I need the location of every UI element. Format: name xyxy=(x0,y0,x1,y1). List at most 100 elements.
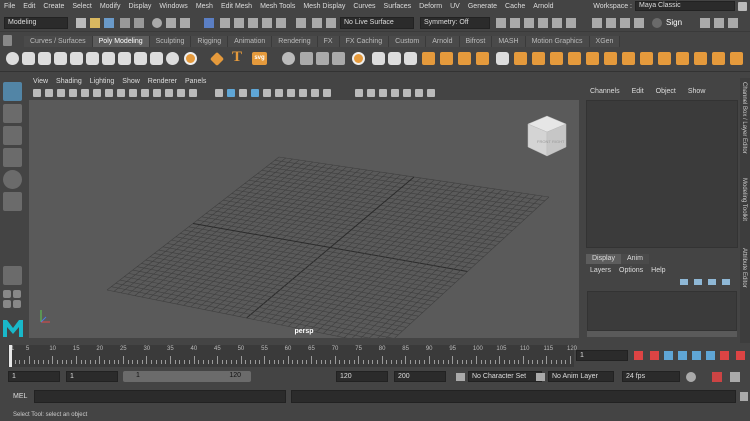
channel-box-body[interactable] xyxy=(586,100,738,248)
offset-edge-loop-icon[interactable] xyxy=(532,52,545,65)
toggle-tool-settings-icon[interactable] xyxy=(728,18,738,28)
2d-pan-zoom-icon[interactable] xyxy=(93,89,101,97)
undo-icon[interactable] xyxy=(120,18,130,28)
menu-surfaces[interactable]: Surfaces xyxy=(380,3,416,10)
shelf-options-gear-icon[interactable] xyxy=(3,35,12,46)
fill-hole-icon[interactable] xyxy=(440,52,453,65)
shelf-tab-rigging[interactable]: Rigging xyxy=(191,36,229,47)
save-scene-icon[interactable] xyxy=(104,18,114,28)
depth-of-field-icon[interactable] xyxy=(323,89,331,97)
safe-title-icon[interactable] xyxy=(189,89,197,97)
shelf-tab-custom[interactable]: Custom xyxy=(389,36,427,47)
layer-tab-anim[interactable]: Anim xyxy=(620,254,649,264)
shelf-tab-xgen[interactable]: XGen xyxy=(589,36,621,47)
gamma-icon[interactable] xyxy=(415,89,423,97)
open-scene-icon[interactable] xyxy=(90,18,100,28)
use-all-lights-icon[interactable] xyxy=(263,89,271,97)
select-camera-icon[interactable] xyxy=(33,89,41,97)
redo-icon[interactable] xyxy=(134,18,144,28)
side-tab-modeling-toolkit[interactable]: Modeling Toolkit xyxy=(741,178,747,221)
append-polygon-icon[interactable] xyxy=(422,52,435,65)
merge-icon[interactable] xyxy=(458,52,471,65)
auto-key-icon[interactable] xyxy=(712,372,722,382)
command-language-label[interactable]: MEL xyxy=(13,393,27,400)
cylindrical-uv-icon[interactable] xyxy=(604,52,617,65)
menu-cache[interactable]: Cache xyxy=(501,3,529,10)
side-tab-channel-box[interactable]: Channel Box / Layer Editor xyxy=(741,82,747,154)
wireframe-icon[interactable] xyxy=(215,89,223,97)
layer-tab-display[interactable]: Display xyxy=(586,254,621,264)
multi-cut-icon[interactable] xyxy=(496,52,509,65)
shelf-tab-arnold[interactable]: Arnold xyxy=(426,36,460,47)
animation-preferences-icon[interactable] xyxy=(730,372,740,382)
xray-icon[interactable] xyxy=(367,89,375,97)
range-slider[interactable]: 1 120 xyxy=(123,371,251,382)
menu-edit-mesh[interactable]: Edit Mesh xyxy=(217,3,256,10)
persp-outliner-layout-icon[interactable] xyxy=(13,290,21,298)
step-forward-frame-icon[interactable] xyxy=(706,351,715,360)
viewport-menu-renderer[interactable]: Renderer xyxy=(144,76,181,87)
command-input[interactable] xyxy=(34,390,286,403)
hypershade-icon[interactable] xyxy=(538,18,548,28)
step-back-frame-icon[interactable] xyxy=(664,351,673,360)
animation-start-field[interactable]: 1 xyxy=(8,371,60,382)
snap-live-icon[interactable] xyxy=(276,18,286,28)
symmetry-dropdown[interactable]: Symmetry: Off xyxy=(420,17,490,29)
sew-uv-icon[interactable] xyxy=(712,52,725,65)
type-tool-icon[interactable]: T xyxy=(232,49,242,66)
view-cube[interactable]: FRONT RIGHT xyxy=(526,114,568,160)
shelf-tab-fx-caching[interactable]: FX Caching xyxy=(339,36,390,47)
menu-edit[interactable]: Edit xyxy=(19,3,39,10)
color-management-icon[interactable] xyxy=(427,89,435,97)
playback-end-field[interactable]: 120 xyxy=(336,371,388,382)
menu-display[interactable]: Display xyxy=(124,3,155,10)
default-material-icon[interactable] xyxy=(239,89,247,97)
bridge-icon[interactable] xyxy=(388,52,401,65)
outliner-layout-icon[interactable] xyxy=(13,300,21,308)
menu-deform[interactable]: Deform xyxy=(415,3,446,10)
collapse-icon[interactable] xyxy=(476,52,489,65)
menu-create[interactable]: Create xyxy=(39,3,68,10)
viewport-menu-lighting[interactable]: Lighting xyxy=(86,76,119,87)
tool-settings-icon[interactable] xyxy=(634,18,644,28)
snap-point-icon[interactable] xyxy=(248,18,258,28)
side-tab-attribute-editor[interactable]: Attribute Editor xyxy=(741,248,747,288)
step-forward-key-icon[interactable] xyxy=(720,351,729,360)
screen-space-ao-icon[interactable] xyxy=(287,89,295,97)
workspace-settings-icon[interactable] xyxy=(738,1,747,11)
workspace-dropdown[interactable]: Maya Classic xyxy=(635,1,735,11)
anim-layer-dropdown[interactable]: No Anim Layer xyxy=(548,371,614,382)
shelf-tab-sculpting[interactable]: Sculpting xyxy=(149,36,192,47)
channel-box-menu-show[interactable]: Show xyxy=(682,86,712,98)
lock-camera-icon[interactable] xyxy=(45,89,53,97)
multisample-aa-icon[interactable] xyxy=(311,89,319,97)
poly-prism-icon[interactable] xyxy=(150,52,163,65)
bevel-icon[interactable] xyxy=(404,52,417,65)
xray-active-components-icon[interactable] xyxy=(391,89,399,97)
snap-curve-icon[interactable] xyxy=(234,18,244,28)
ipr-render-icon[interactable] xyxy=(510,18,520,28)
quad-draw-icon[interactable] xyxy=(550,52,563,65)
layer-scrollbar[interactable] xyxy=(587,331,737,337)
menu-windows[interactable]: Windows xyxy=(155,3,191,10)
go-to-end-icon[interactable] xyxy=(736,351,745,360)
shelf-tab-animation[interactable]: Animation xyxy=(228,36,273,47)
svg-tool-icon[interactable]: svg xyxy=(252,52,267,65)
motion-blur-icon[interactable] xyxy=(299,89,307,97)
image-plane-icon[interactable] xyxy=(81,89,89,97)
smooth-icon[interactable] xyxy=(332,52,345,65)
fps-dropdown[interactable]: 24 fps xyxy=(622,371,680,382)
menu-mesh-tools[interactable]: Mesh Tools xyxy=(256,3,299,10)
xray-joints-icon[interactable] xyxy=(379,89,387,97)
live-surface-icon[interactable] xyxy=(326,18,336,28)
input-output-icon[interactable] xyxy=(296,18,306,28)
time-slider-track[interactable]: 5 10 15 20 25 30 35 40 45 50 55 60 65 70 75 80 85 90 95 100… xyxy=(8,345,577,367)
poly-sphere-icon[interactable] xyxy=(6,52,19,65)
select-hierarchy-icon[interactable] xyxy=(152,18,162,28)
shelf-tab-mash[interactable]: MASH xyxy=(492,36,526,47)
modeling-toolkit-icon[interactable] xyxy=(592,18,602,28)
layer-menu-layers[interactable]: Layers xyxy=(586,266,615,276)
move-layer-down-icon[interactable] xyxy=(693,279,702,285)
menuset-dropdown[interactable]: Modeling xyxy=(4,17,68,29)
insert-edge-loop-icon[interactable] xyxy=(514,52,527,65)
